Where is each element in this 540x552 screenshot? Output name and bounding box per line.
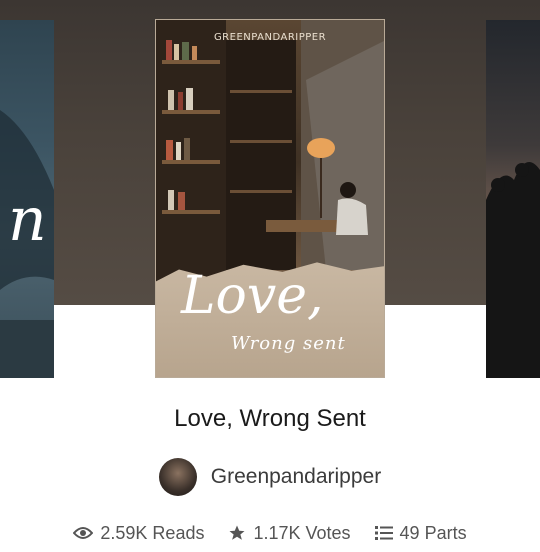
parts-stat: 49 Parts <box>374 522 467 544</box>
list-icon <box>374 526 393 540</box>
reads-count: 2.59K Reads <box>100 522 205 543</box>
cover-title-line2: Wrong sent <box>231 333 346 354</box>
story-cover[interactable]: GREENPANDARIPPER Love, Wrong sent <box>155 19 385 378</box>
eye-icon <box>73 527 94 539</box>
previous-cover-art: n <box>0 110 54 378</box>
svg-text:n: n <box>8 185 47 255</box>
star-icon <box>229 525 245 540</box>
story-stats: 2.59K Reads 1.17K Votes 49 Parts <box>0 520 540 546</box>
reads-stat: 2.59K Reads <box>73 523 204 544</box>
votes-stat: 1.17K Votes <box>228 522 351 544</box>
next-story-cover[interactable] <box>486 20 540 378</box>
author-name[interactable]: Greenpandaripper <box>211 465 381 489</box>
previous-story-cover[interactable]: n <box>0 20 54 378</box>
next-cover-art <box>486 162 540 378</box>
author-row[interactable]: Greenpandaripper <box>0 457 540 497</box>
parts-count: 49 Parts <box>399 522 467 543</box>
cover-title-line1: Love, <box>181 266 324 326</box>
author-avatar[interactable] <box>158 458 197 496</box>
story-title: Love, Wrong Sent <box>174 405 366 432</box>
votes-count: 1.17K Votes <box>253 522 351 543</box>
cover-author-text: GREENPANDARIPPER <box>213 32 327 43</box>
